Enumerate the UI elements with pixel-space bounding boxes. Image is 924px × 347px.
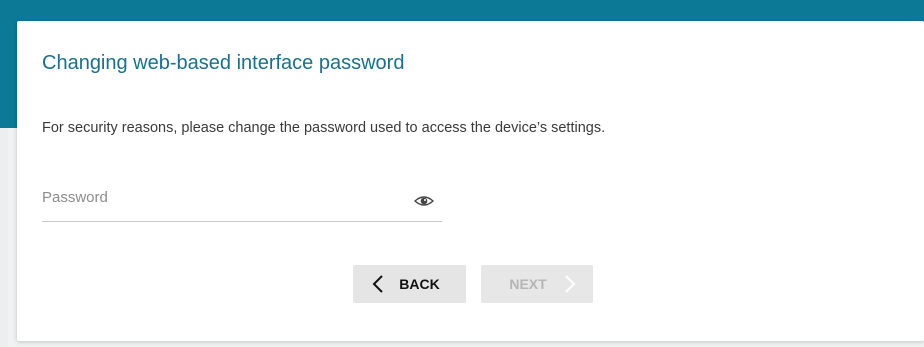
- next-button-label: NEXT: [509, 276, 547, 292]
- password-field: [42, 181, 442, 222]
- next-button[interactable]: NEXT: [481, 265, 593, 303]
- left-frame: [0, 128, 8, 347]
- dialog-title: Changing web-based interface password: [42, 52, 405, 74]
- back-button-label: BACK: [399, 276, 440, 292]
- chevron-right-icon: [564, 275, 576, 293]
- password-change-dialog: Changing web-based interface password Fo…: [17, 21, 924, 341]
- back-button[interactable]: BACK: [353, 265, 466, 303]
- eye-icon[interactable]: [413, 193, 435, 209]
- password-input[interactable]: [42, 185, 402, 209]
- dialog-description: For security reasons, please change the …: [42, 120, 606, 136]
- chevron-left-icon: [372, 275, 383, 293]
